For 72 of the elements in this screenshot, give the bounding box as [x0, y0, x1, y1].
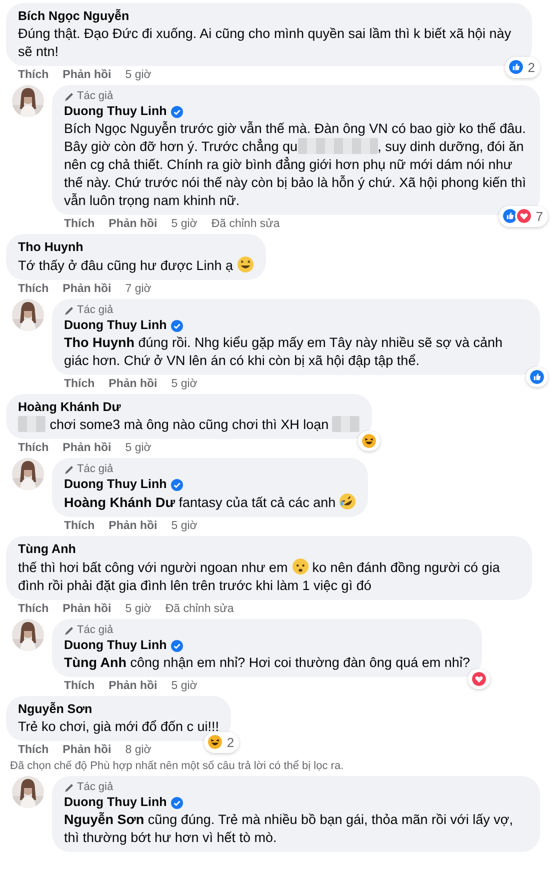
blurred-text — [18, 416, 46, 432]
commenter-name[interactable]: Bích Ngọc Nguyễn — [18, 8, 130, 25]
laughing-face-icon — [360, 432, 378, 450]
reaction-count[interactable]: 2 — [204, 732, 240, 753]
reply-button[interactable]: Phản hồi — [108, 679, 158, 693]
commenter-name[interactable]: Duong Thuy Linh — [64, 637, 167, 654]
filter-notice: Đã chọn chế độ Phù hợp nhất nên một số câu trả lời có thể bị lọc ra. — [9, 759, 344, 773]
author-label: Tác giả — [77, 463, 114, 476]
comment-text: Tùng Anh công nhận em nhỉ? Hơi coi thường đàn ông quá em nhỉ? — [64, 654, 470, 672]
laughing-face-icon — [206, 733, 224, 752]
like-button[interactable]: Thích — [64, 519, 95, 533]
timestamp[interactable]: 5 giờ — [125, 602, 152, 616]
pencil-icon — [64, 782, 74, 792]
like-button[interactable]: Thích — [18, 441, 49, 455]
worried-face-icon — [292, 558, 309, 575]
like-button[interactable]: Thích — [18, 602, 49, 616]
like-button[interactable]: Thích — [18, 68, 49, 82]
author-label: Tác giả — [77, 90, 114, 103]
timestamp[interactable]: 7 giờ — [125, 282, 152, 296]
laughing-face-icon — [339, 493, 356, 510]
like-button[interactable]: Thích — [64, 679, 95, 693]
comment-text: thế thì hơi bất công với người ngoan như em ko nên đánh đồng người có gia đình rồi phải đặt gia đình lên trên trước khi làm 1 việc gì đó — [18, 558, 501, 595]
reply-button[interactable]: Phản hồi — [62, 602, 112, 616]
commenter-name[interactable]: Tùng Anh — [18, 541, 76, 558]
comment-text: Nguyễn Sơn cũng đúng. Trẻ mà nhiều bồ bạn gái, thỏa mãn rồi với lấy vợ, thì thường bớt hư hơn vì hết tò mò. — [64, 811, 514, 847]
author-label: Tác giả — [77, 304, 114, 317]
comment-text: Tớ thấy ở đâu cũng hư được Linh ạ — [18, 256, 254, 275]
heart-icon — [514, 207, 533, 226]
timestamp[interactable]: 5 giờ — [171, 217, 198, 231]
like-icon — [528, 368, 546, 386]
pencil-icon — [64, 626, 74, 636]
author-label: Tác giả — [77, 781, 114, 794]
pencil-icon — [64, 92, 74, 102]
reply-button[interactable]: Phản hồi — [62, 743, 112, 757]
pencil-icon — [64, 464, 74, 474]
commenter-name[interactable]: Duong Thuy Linh — [64, 317, 167, 334]
timestamp[interactable]: 5 giờ — [171, 679, 198, 693]
reply-button[interactable]: Phản hồi — [108, 377, 158, 391]
comment-text: Tho Huynh đúng rồi. Nhg kiểu gặp mấy em Tây này nhiều sẽ sợ và cảnh giác hơn. Chứ ở VN lên án có khi còn bị xã hội đập tập thể. — [64, 334, 504, 370]
like-button[interactable]: Thích — [18, 282, 49, 296]
reply-button[interactable]: Phản hồi — [108, 217, 158, 231]
reply-button[interactable]: Phản hồi — [62, 68, 112, 82]
commenter-name[interactable]: Duong Thuy Linh — [64, 103, 167, 120]
reply-button[interactable]: Phản hồi — [62, 282, 112, 296]
timestamp[interactable]: 5 giờ — [171, 519, 198, 533]
timestamp[interactable]: 5 giờ — [171, 377, 198, 391]
reaction-count[interactable] — [358, 431, 380, 451]
edited-label: Đã chỉnh sửa — [211, 217, 280, 231]
blurred-text — [332, 416, 360, 432]
comment-text: chơi some3 mà ông nào cũng chơi thì XH loạn — [18, 416, 360, 434]
grinning-face-icon — [236, 256, 254, 273]
commenter-name[interactable]: Tho Huynh — [18, 239, 84, 256]
timestamp[interactable]: 8 giờ — [125, 743, 152, 757]
timestamp[interactable]: 5 giờ — [125, 441, 152, 455]
reply-button[interactable]: Phản hồi — [62, 441, 112, 455]
reaction-count[interactable]: 7 — [498, 206, 548, 227]
timestamp[interactable]: 5 giờ — [125, 68, 152, 82]
like-button[interactable]: Thích — [64, 377, 95, 391]
edited-label: Đã chỉnh sửa — [165, 602, 234, 616]
author-label: Tác giả — [77, 624, 114, 637]
comment-text: Hoàng Khánh Dư fantasy của tất cả các anh — [64, 493, 356, 512]
like-icon — [506, 58, 525, 76]
commenter-name[interactable]: Duong Thuy Linh — [64, 794, 167, 811]
heart-icon — [470, 670, 488, 688]
pencil-icon — [64, 306, 74, 316]
like-button[interactable]: Thích — [64, 217, 95, 231]
commenter-name[interactable]: Hoàng Khánh Dư — [18, 399, 121, 416]
like-button[interactable]: Thích — [18, 743, 49, 757]
reaction-count[interactable]: 2 — [504, 56, 540, 78]
reply-button[interactable]: Phản hồi — [108, 519, 158, 533]
commenter-name[interactable]: Duong Thuy Linh — [64, 476, 167, 493]
commenter-name[interactable]: Nguyễn Sơn — [18, 701, 92, 718]
